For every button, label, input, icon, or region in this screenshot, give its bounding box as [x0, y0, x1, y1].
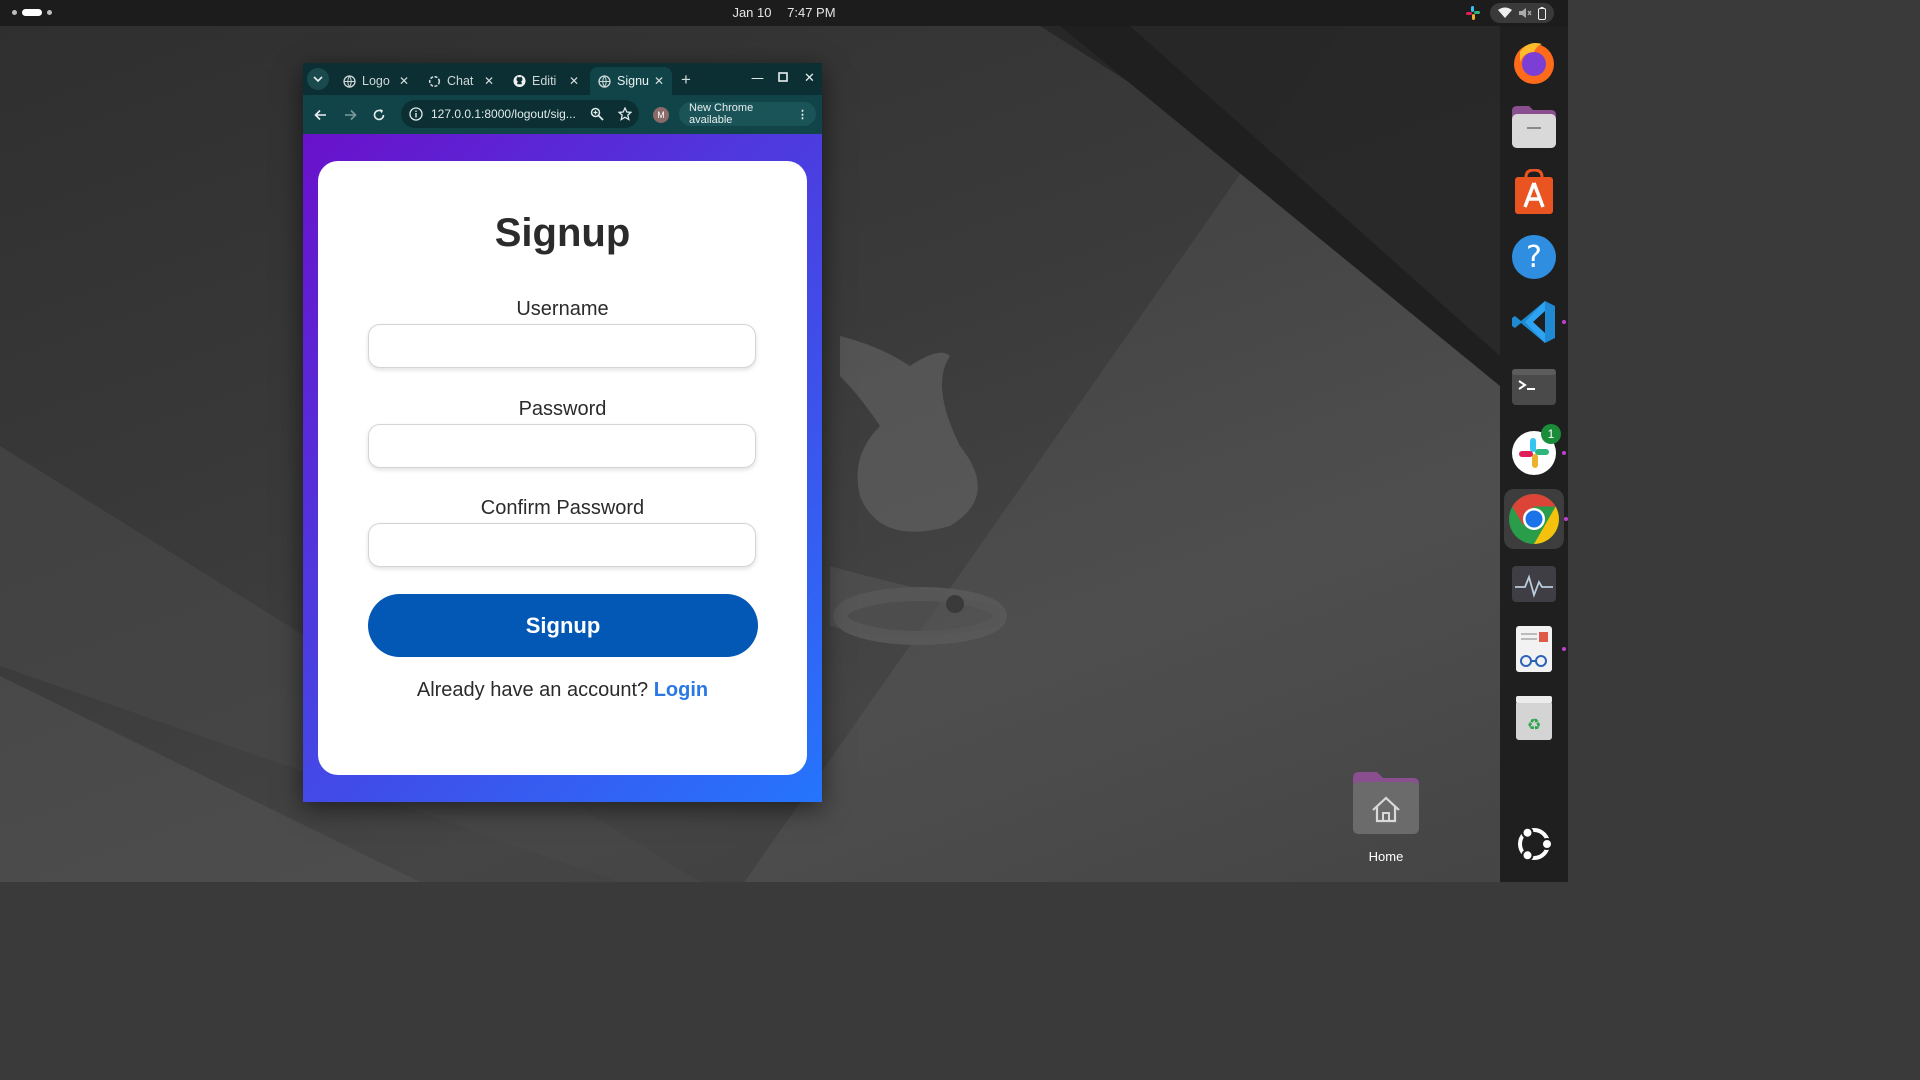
- close-tab-icon[interactable]: ✕: [484, 74, 494, 88]
- close-window-icon[interactable]: ✕: [804, 71, 815, 86]
- help-launcher[interactable]: ?: [1509, 232, 1559, 282]
- show-apps-button[interactable]: [1509, 819, 1559, 869]
- slack-tray-icon[interactable]: [1466, 6, 1480, 20]
- tab-signup[interactable]: Signu ✕: [590, 67, 672, 95]
- tab-label: Chat: [447, 74, 474, 88]
- ubuntu-icon: [1518, 826, 1553, 862]
- update-chrome-button[interactable]: New Chrome available ⋮: [679, 102, 816, 126]
- tab-label: Editi: [532, 74, 557, 88]
- help-icon: ?: [1512, 235, 1556, 279]
- chrome-launcher[interactable]: [1504, 489, 1568, 549]
- system-monitor-icon: [1512, 566, 1556, 602]
- tab-editing[interactable]: Editi ✕: [505, 67, 587, 95]
- update-chip-label: New Chrome available: [689, 102, 754, 126]
- address-bar[interactable]: 127.0.0.1:8000/logout/sig...: [401, 100, 639, 128]
- notification-badge: 1: [1541, 424, 1561, 444]
- tab-search-button[interactable]: [307, 68, 329, 90]
- chrome-window[interactable]: Logo ✕ Chat ✕ Editi ✕ Signu ✕ + — ✕ 127.…: [303, 63, 822, 802]
- tab-chat[interactable]: Chat ✕: [420, 67, 502, 95]
- tab-strip: Logo ✕ Chat ✕ Editi ✕ Signu ✕ + — ✕: [303, 63, 822, 95]
- confirm-password-label: Confirm Password: [480, 497, 645, 519]
- home-folder-desktop-icon[interactable]: Home: [1346, 770, 1426, 864]
- system-tray[interactable]: [1466, 3, 1554, 23]
- openai-icon: [428, 75, 441, 88]
- site-info-icon[interactable]: [409, 107, 423, 121]
- ubuntu-dock: ? 1 ♻: [1500, 26, 1568, 882]
- maximize-icon[interactable]: [778, 71, 788, 86]
- zoom-icon[interactable]: [589, 106, 605, 122]
- app-center-icon: [1515, 169, 1553, 214]
- status-menu[interactable]: [1490, 3, 1554, 23]
- slack-launcher[interactable]: 1: [1509, 424, 1566, 478]
- svg-text:♻: ♻: [1527, 715, 1541, 734]
- svg-text:?: ?: [1526, 240, 1542, 275]
- wifi-icon: [1498, 7, 1512, 18]
- running-indicator: [1564, 517, 1568, 521]
- tab-label: Signu: [617, 74, 649, 88]
- page-viewport: Signup Username Password Confirm Passwor…: [303, 134, 822, 802]
- close-tab-icon[interactable]: ✕: [399, 74, 409, 88]
- tab-label: Logo: [362, 74, 390, 88]
- trash-launcher[interactable]: ♻: [1509, 693, 1559, 743]
- time-label: 7:47 PM: [787, 5, 836, 20]
- battery-icon: [1538, 6, 1546, 20]
- firefox-icon: [1514, 43, 1554, 84]
- password-label: Password: [518, 398, 607, 420]
- vscode-icon: [1512, 301, 1555, 343]
- document-viewer-launcher[interactable]: [1509, 624, 1566, 674]
- home-label: Home: [1368, 849, 1404, 864]
- login-prompt-text: Already have an account?: [416, 679, 649, 701]
- forward-arrow-icon[interactable]: [341, 106, 359, 124]
- signup-title: Signup: [494, 211, 631, 255]
- globe-icon: [343, 74, 356, 88]
- close-tab-icon[interactable]: ✕: [654, 74, 664, 88]
- password-input[interactable]: [368, 424, 756, 468]
- username-label: Username: [516, 298, 609, 320]
- minimize-icon[interactable]: —: [751, 71, 764, 86]
- app-center-launcher[interactable]: [1509, 167, 1559, 217]
- vscode-launcher[interactable]: [1509, 297, 1566, 347]
- running-indicator: [1562, 451, 1566, 455]
- signup-button[interactable]: Signup: [368, 594, 758, 657]
- globe-icon: [598, 74, 611, 88]
- signup-card: Signup Username Password Confirm Passwor…: [318, 161, 807, 775]
- github-icon: [513, 74, 526, 88]
- username-input[interactable]: [368, 324, 756, 368]
- profile-avatar[interactable]: M: [653, 107, 669, 123]
- url-text: 127.0.0.1:8000/logout/sig...: [431, 107, 576, 121]
- login-prompt: Already have an account? Login: [318, 679, 807, 702]
- terminal-icon: [1512, 369, 1556, 405]
- new-tab-button[interactable]: +: [681, 70, 691, 90]
- system-monitor-launcher[interactable]: [1509, 559, 1559, 609]
- top-bar: Jan 10 7:47 PM: [0, 0, 1568, 26]
- login-link[interactable]: Login: [654, 679, 708, 701]
- clock[interactable]: Jan 10 7:47 PM: [0, 5, 1568, 20]
- volume-muted-icon: [1519, 8, 1532, 18]
- chrome-icon: [1509, 494, 1559, 544]
- date-label: Jan 10: [732, 5, 772, 20]
- reload-icon[interactable]: [370, 106, 388, 124]
- chevron-down-icon: [313, 76, 323, 82]
- running-indicator: [1562, 647, 1566, 651]
- back-arrow-icon[interactable]: [312, 106, 330, 124]
- files-launcher[interactable]: [1509, 102, 1559, 152]
- confirm-password-input[interactable]: [368, 523, 756, 567]
- files-icon: [1512, 106, 1556, 148]
- more-menu-icon[interactable]: ⋮: [797, 108, 808, 121]
- home-folder-icon: [1353, 772, 1419, 834]
- terminal-launcher[interactable]: [1509, 362, 1559, 412]
- browser-toolbar: 127.0.0.1:8000/logout/sig... M New Chrom…: [303, 95, 822, 134]
- running-indicator: [1562, 320, 1566, 324]
- document-viewer-icon: [1516, 626, 1552, 672]
- firefox-launcher[interactable]: [1509, 37, 1559, 87]
- close-tab-icon[interactable]: ✕: [569, 74, 579, 88]
- bookmark-star-icon[interactable]: [617, 106, 633, 122]
- trash-icon: ♻: [1516, 696, 1552, 740]
- tab-logout[interactable]: Logo ✕: [335, 67, 417, 95]
